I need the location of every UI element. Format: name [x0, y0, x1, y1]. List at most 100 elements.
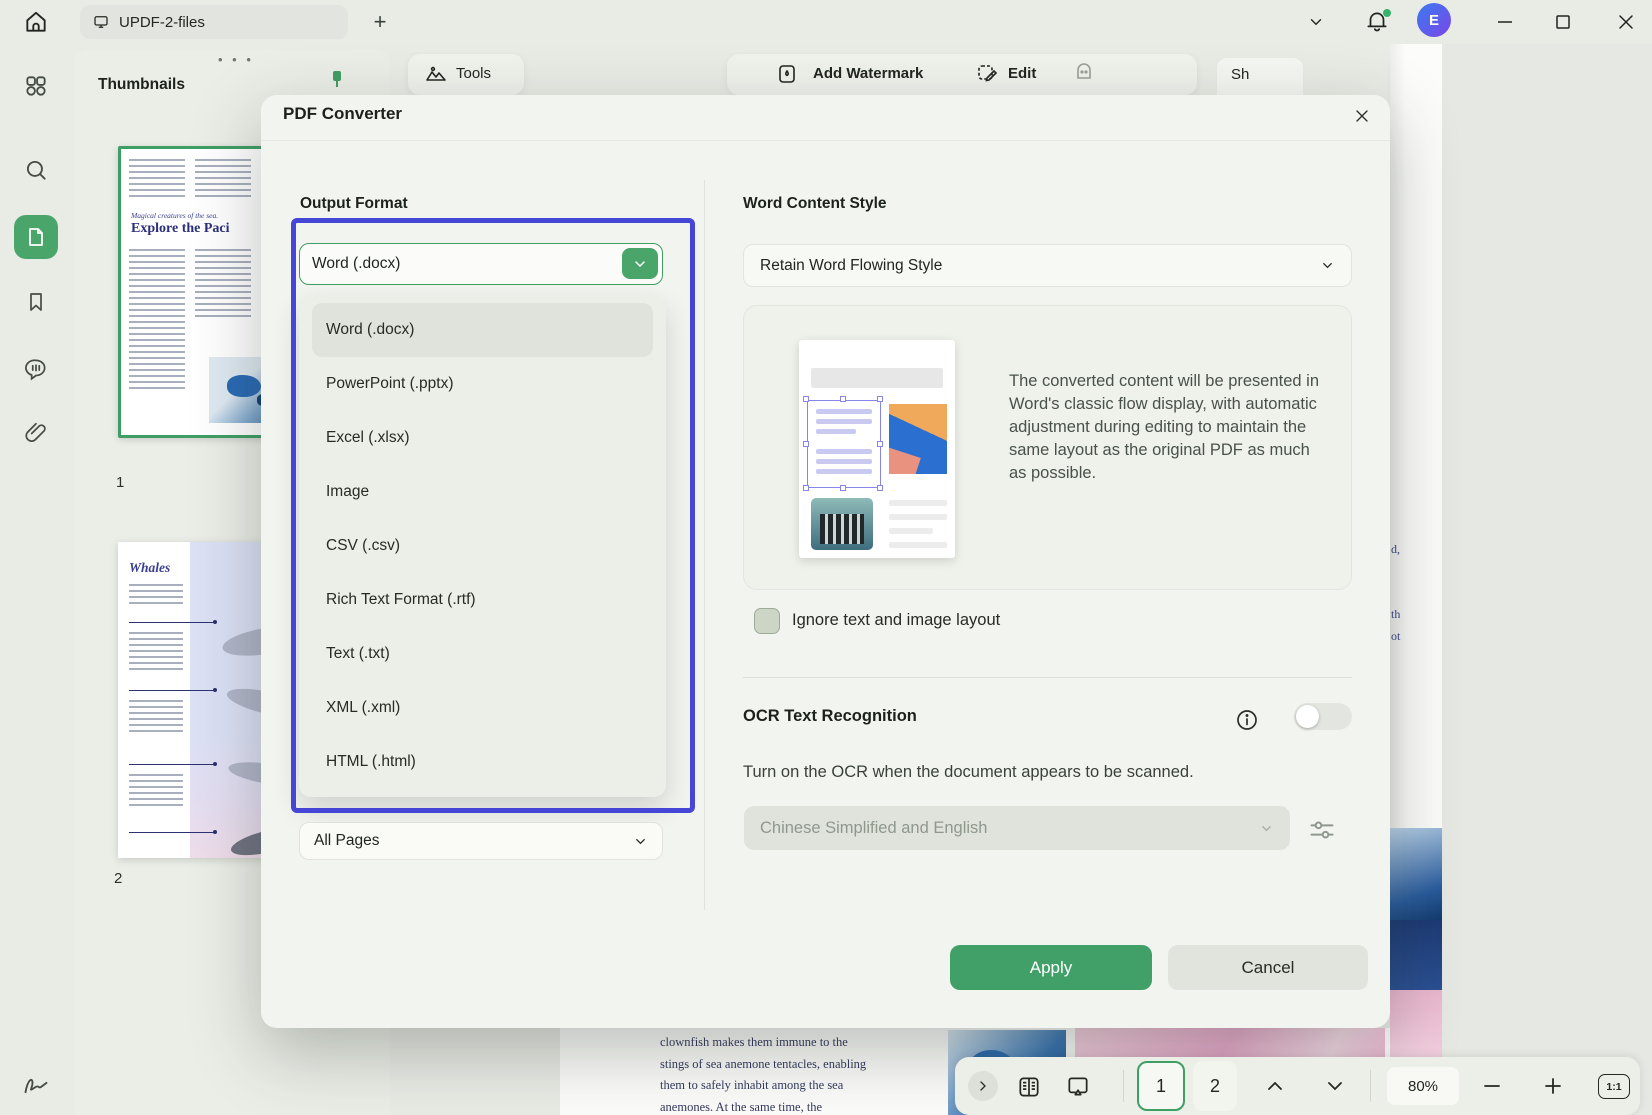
crop-tool-icon[interactable] [1072, 62, 1096, 86]
pin-panel-icon[interactable] [329, 70, 345, 88]
dialog-close-button[interactable] [1347, 101, 1377, 131]
format-option[interactable]: HTML (.html) [312, 735, 653, 789]
dialog-header-divider [261, 140, 1390, 141]
next-page-button[interactable] [1323, 1074, 1347, 1098]
sidebar-item-signature[interactable] [14, 1062, 58, 1106]
output-format-select[interactable]: Word (.docx) [299, 243, 663, 285]
sidebar-item-attachments[interactable] [14, 411, 58, 455]
style-preview-card: The converted content will be presented … [743, 305, 1352, 590]
document-dark-image [1390, 920, 1442, 990]
toolbar-divider [1370, 1070, 1371, 1102]
ocr-info-button[interactable] [1235, 708, 1259, 732]
chevron-right-icon [975, 1078, 991, 1094]
ocr-language-value: Chinese Simplified and English [760, 819, 987, 838]
tools-tab[interactable]: Tools [408, 54, 524, 95]
sidebar-item-comments[interactable] [14, 347, 58, 391]
chevron-down-icon [632, 256, 648, 272]
previous-page-button[interactable] [1263, 1074, 1287, 1098]
selected-text-block [807, 400, 881, 488]
tools-tab-label: Tools [456, 65, 491, 82]
actual-size-button[interactable]: 1:1 [1598, 1074, 1630, 1099]
format-option[interactable]: CSV (.csv) [312, 519, 653, 573]
output-format-expand-button[interactable] [622, 248, 658, 279]
page-2-number: 2 [114, 870, 122, 887]
thumb1-text-block [129, 159, 185, 197]
thumb2-text-block [129, 700, 183, 734]
zoom-level[interactable]: 80% [1387, 1067, 1459, 1105]
tab-label: UPDF-2-files [119, 14, 205, 31]
ignore-layout-checkbox[interactable] [754, 608, 780, 634]
page-icon [24, 225, 48, 249]
book-view-icon [1016, 1074, 1042, 1100]
info-icon [1235, 708, 1259, 732]
thumb2-divider [129, 622, 215, 623]
new-tab-button[interactable]: + [366, 8, 394, 36]
sidebar-item-search[interactable] [14, 148, 58, 192]
expand-toolbar-button[interactable] [968, 1071, 998, 1101]
chevron-up-icon [1263, 1074, 1287, 1098]
minus-icon [1480, 1074, 1504, 1098]
document-tab[interactable]: UPDF-2-files [80, 5, 348, 39]
panel-drag-handle[interactable]: • • • [218, 52, 254, 67]
share-tab-label: Sh [1231, 66, 1249, 83]
apply-button[interactable]: Apply [950, 945, 1152, 990]
sidebar-item-grid[interactable] [14, 64, 58, 108]
format-option[interactable]: Rich Text Format (.rtf) [312, 573, 653, 627]
sidebar-item-bookmarks[interactable] [14, 280, 58, 324]
two-page-view-button[interactable] [1016, 1074, 1040, 1098]
zoom-in-button[interactable] [1541, 1074, 1565, 1098]
notifications-button[interactable] [1364, 8, 1392, 36]
page-range-select[interactable]: All Pages [299, 822, 663, 860]
format-option[interactable]: Text (.txt) [312, 627, 653, 681]
format-option[interactable]: Word (.docx) [312, 303, 653, 357]
avatar[interactable]: E [1417, 3, 1451, 37]
thumb2-text-block [129, 584, 183, 606]
share-tab[interactable]: Sh [1217, 58, 1303, 95]
minimize-button[interactable] [1492, 9, 1518, 35]
current-page-button[interactable]: 1 [1137, 1061, 1185, 1111]
document-text-fragment: th [1391, 607, 1400, 622]
word-content-style-label: Word Content Style [743, 195, 887, 213]
thumb1-text-block [195, 159, 251, 197]
thumb2-text-block [129, 632, 183, 672]
title-bar: UPDF-2-files + E [0, 0, 1652, 44]
left-sidebar [0, 44, 72, 1115]
titlebar-chevron-down-icon[interactable] [1303, 9, 1329, 35]
ocr-section-label: OCR Text Recognition [743, 707, 917, 726]
thumb1-text-block [195, 249, 251, 319]
thumb1-subtitle: Magical creatures of the sea. [131, 211, 218, 220]
maximize-button[interactable] [1550, 9, 1576, 35]
pin-icon [329, 70, 345, 88]
document-text-fragment: d, [1391, 542, 1400, 557]
ignore-layout-label: Ignore text and image layout [792, 611, 1000, 630]
toggle-knob [1296, 705, 1319, 728]
thumb2-text-block [129, 774, 183, 808]
document-tab-icon [92, 13, 110, 31]
word-content-style-select[interactable]: Retain Word Flowing Style [743, 244, 1352, 287]
format-option[interactable]: Image [312, 465, 653, 519]
home-button[interactable] [16, 4, 56, 40]
format-option[interactable]: XML (.xml) [312, 681, 653, 735]
format-option[interactable]: Excel (.xlsx) [312, 411, 653, 465]
ocr-language-select[interactable]: Chinese Simplified and English [744, 806, 1290, 850]
document-page-edge: d, th ot [1390, 44, 1442, 1115]
plus-icon [1541, 1074, 1565, 1098]
chevron-down-icon [1323, 1074, 1347, 1098]
presentation-mode-button[interactable] [1065, 1074, 1089, 1098]
chevron-down-icon [633, 834, 648, 849]
page-2-button[interactable]: 2 [1193, 1061, 1237, 1111]
add-watermark-button[interactable]: Add Watermark [813, 65, 923, 82]
ocr-toggle[interactable] [1294, 703, 1352, 730]
section-divider [743, 677, 1352, 678]
canvas-background [1442, 44, 1652, 1115]
edit-button[interactable]: Edit [1008, 65, 1036, 82]
sidebar-item-thumbnails[interactable] [14, 215, 58, 259]
format-option[interactable]: PowerPoint (.pptx) [312, 357, 653, 411]
close-window-button[interactable] [1613, 9, 1639, 35]
paperclip-icon [23, 420, 49, 446]
presenter-icon [1065, 1074, 1091, 1100]
ocr-settings-button[interactable] [1308, 816, 1336, 844]
updf-app-window: UPDF-2-files + E [0, 0, 1652, 1115]
cancel-button[interactable]: Cancel [1168, 945, 1368, 990]
zoom-out-button[interactable] [1480, 1074, 1504, 1098]
